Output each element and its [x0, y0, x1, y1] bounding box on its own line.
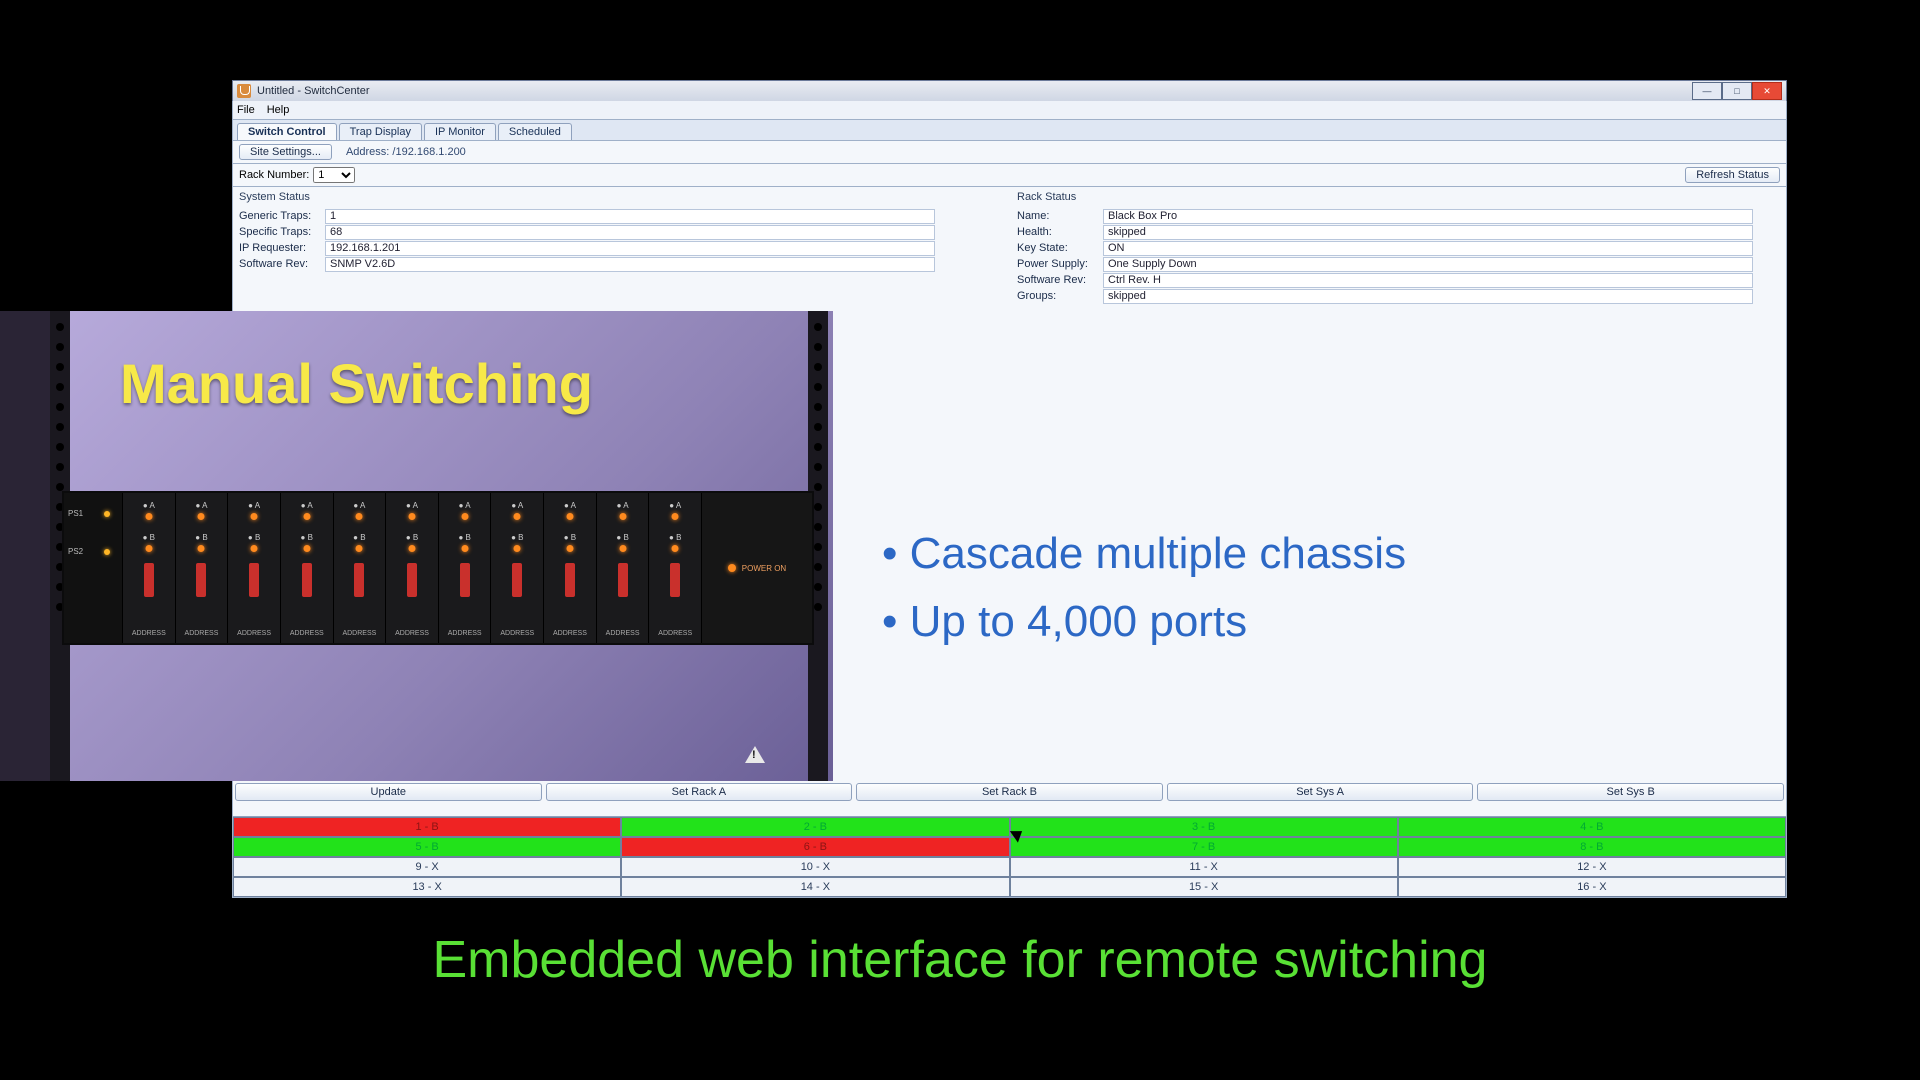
port-cell[interactable]: 8 - B [1398, 837, 1786, 857]
port-cell[interactable]: 14 - X [621, 877, 1009, 897]
chassis-photo: Manual Switching PS1 PS2 ● A● BADDRESS● … [0, 311, 833, 781]
port-cell[interactable]: 9 - X [233, 857, 621, 877]
generic-traps-value: 1 [325, 209, 935, 224]
software-rev-label: Software Rev: [239, 258, 325, 270]
tab-trap-display[interactable]: Trap Display [339, 123, 422, 140]
maximize-button[interactable]: □ [1722, 82, 1752, 100]
port-cell[interactable]: 1 - B [233, 817, 621, 837]
photo-title: Manual Switching [120, 351, 593, 416]
site-settings-button[interactable]: Site Settings... [239, 144, 332, 160]
rack-health-value: skipped [1103, 225, 1753, 240]
chassis-slot: ● A● BADDRESS [649, 493, 702, 643]
rack-status-title: Rack Status [1017, 191, 1076, 203]
port-cell[interactable]: 7 - B [1010, 837, 1398, 857]
specific-traps-label: Specific Traps: [239, 226, 325, 238]
port-cell[interactable]: 15 - X [1010, 877, 1398, 897]
chassis-slot: ● A● BADDRESS [544, 493, 597, 643]
refresh-status-button[interactable]: Refresh Status [1685, 167, 1780, 183]
software-rev-value: SNMP V2.6D [325, 257, 935, 272]
port-cell[interactable]: 6 - B [621, 837, 1009, 857]
set-rack-a-button[interactable]: Set Rack A [546, 783, 853, 801]
port-cell[interactable]: 4 - B [1398, 817, 1786, 837]
chassis-slot: ● A● BADDRESS [228, 493, 281, 643]
psu-panel: PS1 PS2 [64, 493, 123, 643]
port-cell[interactable]: 13 - X [233, 877, 621, 897]
port-cell[interactable]: 3 - B [1010, 817, 1398, 837]
power-panel: POWER ON [702, 493, 812, 643]
chassis-slot: ● A● BADDRESS [281, 493, 334, 643]
slide-caption: Embedded web interface for remote switch… [0, 930, 1920, 990]
address-label: Address: /192.168.1.200 [346, 146, 466, 158]
ip-requester-label: IP Requester: [239, 242, 325, 254]
warning-icon [745, 746, 765, 763]
tab-scheduled[interactable]: Scheduled [498, 123, 572, 140]
rack-name-label: Name: [1017, 210, 1103, 222]
set-sys-a-button[interactable]: Set Sys A [1167, 783, 1474, 801]
rack-sw-rev-value: Ctrl Rev. H [1103, 273, 1753, 288]
system-status-title: System Status [239, 191, 310, 203]
rack-name-value: Black Box Pro [1103, 209, 1753, 224]
power-supply-value: One Supply Down [1103, 257, 1753, 272]
port-cell[interactable]: 2 - B [621, 817, 1009, 837]
tab-switch-control[interactable]: Switch Control [237, 123, 337, 140]
chassis-slot: ● A● BADDRESS [386, 493, 439, 643]
java-icon [237, 84, 251, 98]
update-button[interactable]: Update [235, 783, 542, 801]
ip-requester-value: 192.168.1.201 [325, 241, 935, 256]
rack-number-label: Rack Number: [239, 169, 309, 181]
chassis-slot: ● A● BADDRESS [597, 493, 650, 643]
chassis-slot: ● A● BADDRESS [123, 493, 176, 643]
menu-file[interactable]: File [237, 104, 255, 116]
generic-traps-label: Generic Traps: [239, 210, 325, 222]
power-supply-label: Power Supply: [1017, 258, 1103, 270]
port-cell[interactable]: 11 - X [1010, 857, 1398, 877]
slide-bullets: Cascade multiple chassis Up to 4,000 por… [882, 520, 1406, 656]
rack-health-label: Health: [1017, 226, 1103, 238]
port-cell[interactable]: 16 - X [1398, 877, 1786, 897]
set-rack-b-button[interactable]: Set Rack B [856, 783, 1163, 801]
chassis-slot: ● A● BADDRESS [439, 493, 492, 643]
close-button[interactable]: ✕ [1752, 82, 1782, 100]
chassis-slot: ● A● BADDRESS [334, 493, 387, 643]
minimize-button[interactable]: — [1692, 82, 1722, 100]
tab-ip-monitor[interactable]: IP Monitor [424, 123, 496, 140]
rack-groups-value: skipped [1103, 289, 1753, 304]
rack-groups-label: Groups: [1017, 290, 1103, 302]
rack-sw-rev-label: Software Rev: [1017, 274, 1103, 286]
chassis-slot: ● A● BADDRESS [491, 493, 544, 643]
port-cell[interactable]: 12 - X [1398, 857, 1786, 877]
key-state-label: Key State: [1017, 242, 1103, 254]
specific-traps-value: 68 [325, 225, 935, 240]
rack-number-select[interactable]: 1 [313, 167, 355, 183]
set-sys-b-button[interactable]: Set Sys B [1477, 783, 1784, 801]
menu-help[interactable]: Help [267, 104, 290, 116]
chassis-slot: ● A● BADDRESS [176, 493, 229, 643]
port-cell[interactable]: 10 - X [621, 857, 1009, 877]
window-title: Untitled - SwitchCenter [257, 85, 370, 97]
key-state-value: ON [1103, 241, 1753, 256]
port-cell[interactable]: 5 - B [233, 837, 621, 857]
